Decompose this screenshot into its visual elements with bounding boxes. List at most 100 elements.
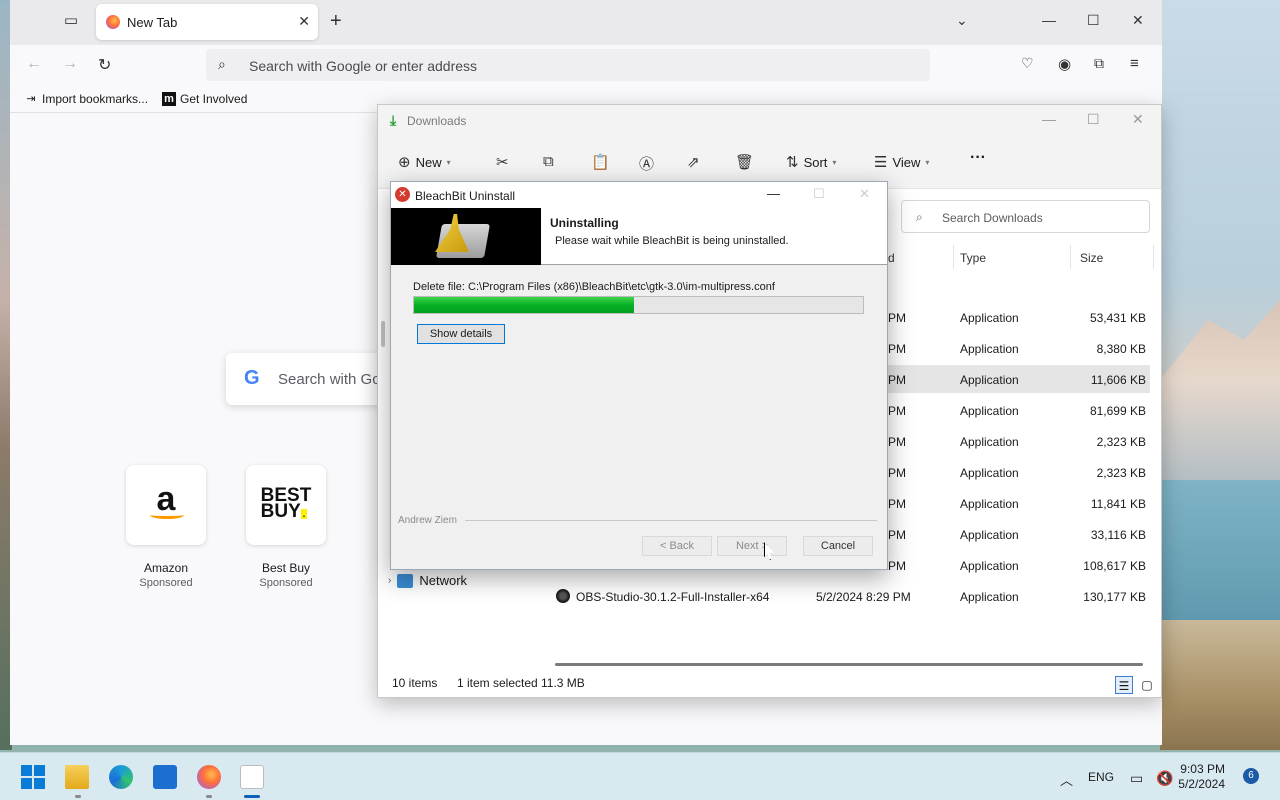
list-all-tabs-chevron-icon[interactable]: ⌄ xyxy=(956,12,968,29)
active-indicator xyxy=(244,795,260,798)
new-button[interactable]: ⊕ New ▾ xyxy=(398,153,451,171)
tab-list-icon[interactable]: ▭ xyxy=(60,11,82,33)
nav-pane-scrollbar[interactable] xyxy=(381,321,385,347)
taskbar: ︿ ENG ▭ 🔇 9:03 PM 5/2/2024 6 xyxy=(0,752,1280,800)
cancel-button[interactable]: Cancel xyxy=(803,536,873,556)
paste-button[interactable]: 📋 xyxy=(591,153,610,171)
forward-arrow-icon[interactable]: → xyxy=(62,55,78,73)
edge-icon[interactable] xyxy=(109,765,133,789)
view-button[interactable]: ☰ View ▾ xyxy=(874,153,929,171)
tab-new-tab[interactable]: New Tab ✕ xyxy=(96,4,318,40)
best-buy-tile[interactable]: BEST BUY. xyxy=(246,465,326,545)
show-hidden-icons-chevron-up-icon[interactable]: ︿ xyxy=(1060,770,1073,789)
file-size: 33,116 KB xyxy=(1090,528,1146,542)
bookmark-label: Import bookmarks... xyxy=(42,92,149,106)
tiles-view-icon[interactable]: ▢ xyxy=(1138,676,1156,694)
back-arrow-icon[interactable]: ← xyxy=(26,55,42,73)
column-separator[interactable] xyxy=(953,245,954,269)
column-size[interactable]: Size xyxy=(1080,251,1103,265)
divider xyxy=(465,520,877,521)
back-button[interactable]: < Back xyxy=(642,536,712,556)
shortcut-sponsored: Sponsored xyxy=(139,577,193,589)
rename-icon: Ⓐ xyxy=(639,156,655,173)
desktop-wallpaper-water xyxy=(1160,480,1280,630)
chevron-right-icon[interactable]: › xyxy=(388,575,391,586)
more-options-button[interactable]: ··· xyxy=(970,149,986,167)
bookmark-get-involved[interactable]: m Get Involved xyxy=(162,92,247,106)
column-separator[interactable] xyxy=(1070,245,1071,269)
new-label: New xyxy=(415,154,442,170)
delete-button[interactable]: 🗑 xyxy=(735,153,754,171)
maximize-icon[interactable]: ☐ xyxy=(1087,12,1100,29)
close-icon[interactable]: ✕ xyxy=(1132,111,1144,128)
bleachbit-app-icon: ✕ xyxy=(395,187,410,202)
store-icon[interactable] xyxy=(153,765,177,789)
cut-button[interactable]: ✂ xyxy=(496,153,509,171)
shortcut-best-buy[interactable]: BEST BUY. Best Buy Sponsored xyxy=(246,465,326,589)
details-view-icon[interactable]: ☰ xyxy=(1115,676,1133,694)
column-separator[interactable] xyxy=(1153,245,1154,269)
extensions-icon[interactable]: ⧉ xyxy=(1094,55,1104,72)
rename-button[interactable]: Ⓐ xyxy=(639,153,654,174)
search-icon: ⌕ xyxy=(916,210,923,224)
bookmark-import[interactable]: ⇥ Import bookmarks... xyxy=(24,92,148,106)
search-icon: ⌕ xyxy=(218,56,226,72)
google-icon: G xyxy=(244,367,260,389)
uninstall-progress-bar xyxy=(413,296,864,314)
column-type[interactable]: Type xyxy=(960,251,986,265)
pocket-icon[interactable]: ♡ xyxy=(1021,55,1034,72)
share-button[interactable]: ⇗ xyxy=(687,153,700,171)
file-date: PM xyxy=(888,311,906,325)
reload-icon[interactable]: ↻ xyxy=(98,55,111,75)
minimize-icon[interactable]: — xyxy=(1042,111,1056,127)
minimize-icon[interactable]: — xyxy=(1042,12,1056,28)
horizontal-scrollbar[interactable] xyxy=(555,663,1143,666)
file-size: 8,380 KB xyxy=(1096,342,1146,356)
search-downloads-input[interactable]: ⌕ Search Downloads xyxy=(901,200,1150,233)
sort-button[interactable]: ⇅ Sort ▾ xyxy=(786,153,836,171)
column-date-partial[interactable]: d xyxy=(888,251,895,265)
bleachbit-installer-icon[interactable] xyxy=(240,765,264,789)
sort-label: Sort xyxy=(803,154,828,170)
status-selected: 1 item selected xyxy=(457,676,538,690)
show-details-button[interactable]: Show details xyxy=(417,324,505,344)
best-buy-logo-icon: BEST BUY. xyxy=(260,485,312,522)
amazon-tile[interactable]: a xyxy=(126,465,206,545)
maximize-icon[interactable]: ☐ xyxy=(1087,111,1100,128)
dialog-subheading: Please wait while BleachBit is being uni… xyxy=(555,235,789,247)
close-tab-icon[interactable]: ✕ xyxy=(298,13,310,30)
bleachbit-logo-icon xyxy=(391,208,541,265)
close-window-icon[interactable]: ✕ xyxy=(1132,12,1144,29)
file-type: Application xyxy=(960,311,1019,325)
nav-label: Network xyxy=(419,573,468,588)
next-button[interactable]: Next > xyxy=(717,536,787,556)
copy-button[interactable]: ⧉ xyxy=(543,153,554,170)
clock[interactable]: 9:03 PM 5/2/2024 xyxy=(1178,762,1225,792)
network-status-icon[interactable]: ▭ xyxy=(1130,770,1143,787)
status-bar: 10 items 1 item selected 11.3 MB ☰ ▢ xyxy=(378,669,1161,697)
url-placeholder: Search with Google or enter address xyxy=(249,58,478,74)
menu-icon[interactable]: ≡ xyxy=(1130,55,1139,72)
firefox-icon[interactable] xyxy=(197,765,221,789)
shortcut-name: Amazon xyxy=(143,561,189,575)
downloads-icon: ⤓ xyxy=(390,112,397,128)
file-row[interactable]: OBS-Studio-30.1.2-Full-Installer-x64 5/2/… xyxy=(538,582,1150,610)
language-indicator[interactable]: ENG xyxy=(1088,770,1114,784)
file-explorer-icon[interactable] xyxy=(65,765,89,789)
clock-date: 5/2/2024 xyxy=(1178,777,1225,791)
file-type: Application xyxy=(960,435,1019,449)
notification-badge[interactable]: 6 xyxy=(1243,768,1259,784)
url-bar[interactable]: ⌕ Search with Google or enter address xyxy=(206,49,930,81)
minimize-icon[interactable]: — xyxy=(767,186,780,201)
file-type: Application xyxy=(960,342,1019,356)
shortcut-amazon[interactable]: a Amazon Sponsored xyxy=(126,465,206,589)
dialog-title: BleachBit Uninstall xyxy=(415,189,516,203)
nav-item-network[interactable]: › Network xyxy=(388,573,467,588)
account-icon[interactable]: ◉ xyxy=(1058,55,1071,73)
paste-icon: 📋 xyxy=(591,154,610,171)
author-label: Andrew Ziem xyxy=(398,515,457,526)
new-tab-plus-icon[interactable]: + xyxy=(330,10,342,33)
shortcut-sponsored: Sponsored xyxy=(259,577,313,589)
volume-muted-icon[interactable]: 🔇 xyxy=(1156,770,1173,787)
start-button-windows-icon[interactable] xyxy=(21,765,45,789)
